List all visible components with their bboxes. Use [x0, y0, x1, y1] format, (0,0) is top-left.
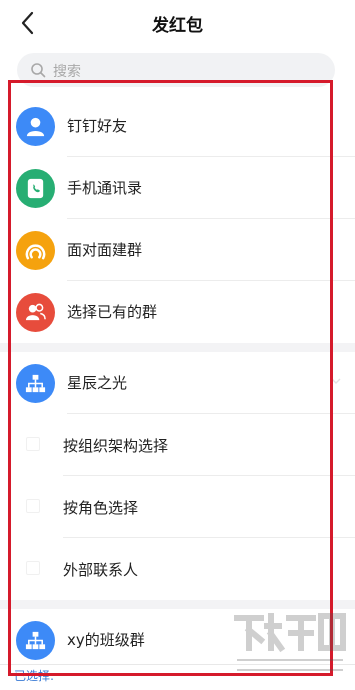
avatar: [16, 169, 55, 208]
group-icon: [25, 303, 46, 321]
avatar: [16, 107, 55, 146]
org-icon: [25, 374, 46, 393]
avatar: [16, 231, 55, 270]
page-title: 发红包: [152, 16, 203, 36]
search-bar[interactable]: 搜索: [17, 53, 335, 87]
watermark-logo: [234, 613, 346, 671]
phone-book-icon: [27, 178, 44, 199]
contact-item-label: 选择已有的群: [67, 303, 158, 321]
selected-label: 已选择:: [14, 669, 55, 683]
contact-item-existing-group[interactable]: 选择已有的群: [0, 281, 355, 343]
contact-item-label: 钉钉好友: [67, 117, 128, 135]
org-item-label: xy的班级群: [67, 631, 145, 649]
header: 发红包: [0, 0, 355, 46]
org-option-by-role[interactable]: 按角色选择: [0, 476, 355, 538]
checkbox[interactable]: [26, 437, 40, 451]
checkbox[interactable]: [26, 561, 40, 575]
org-icon: [25, 631, 46, 650]
contact-item-phone-contacts[interactable]: 手机通讯录: [0, 157, 355, 219]
org-option-by-structure[interactable]: 按组织架构选择: [0, 414, 355, 476]
org-option-label: 按组织架构选择: [63, 437, 169, 455]
contact-item-face-to-face-group[interactable]: 面对面建群: [0, 219, 355, 281]
contact-item-label: 手机通讯录: [67, 179, 143, 197]
contact-item-label: 面对面建群: [67, 241, 143, 259]
avatar: [16, 293, 55, 332]
org-option-external-contacts[interactable]: 外部联系人: [0, 538, 355, 600]
search-input[interactable]: 搜索: [53, 61, 81, 81]
org-option-label: 外部联系人: [63, 561, 139, 579]
search-icon: [31, 63, 46, 78]
org-option-label: 按角色选择: [63, 499, 139, 517]
recipient-list: 钉钉好友 手机通讯录 面对面建群 选择已有的群 星辰之光 按组织架构选择 按角色…: [0, 95, 355, 671]
org-item-label: 星辰之光: [67, 374, 128, 392]
org-item-xingchen[interactable]: 星辰之光: [0, 352, 355, 414]
checkbox[interactable]: [26, 499, 40, 513]
contact-item-dingtalk-friends[interactable]: 钉钉好友: [0, 95, 355, 157]
section-gap: [0, 343, 355, 352]
avatar: [16, 621, 55, 660]
wave-icon: [25, 244, 46, 260]
chevron-down-icon[interactable]: [331, 376, 341, 386]
person-icon: [26, 117, 45, 137]
avatar: [16, 364, 55, 403]
